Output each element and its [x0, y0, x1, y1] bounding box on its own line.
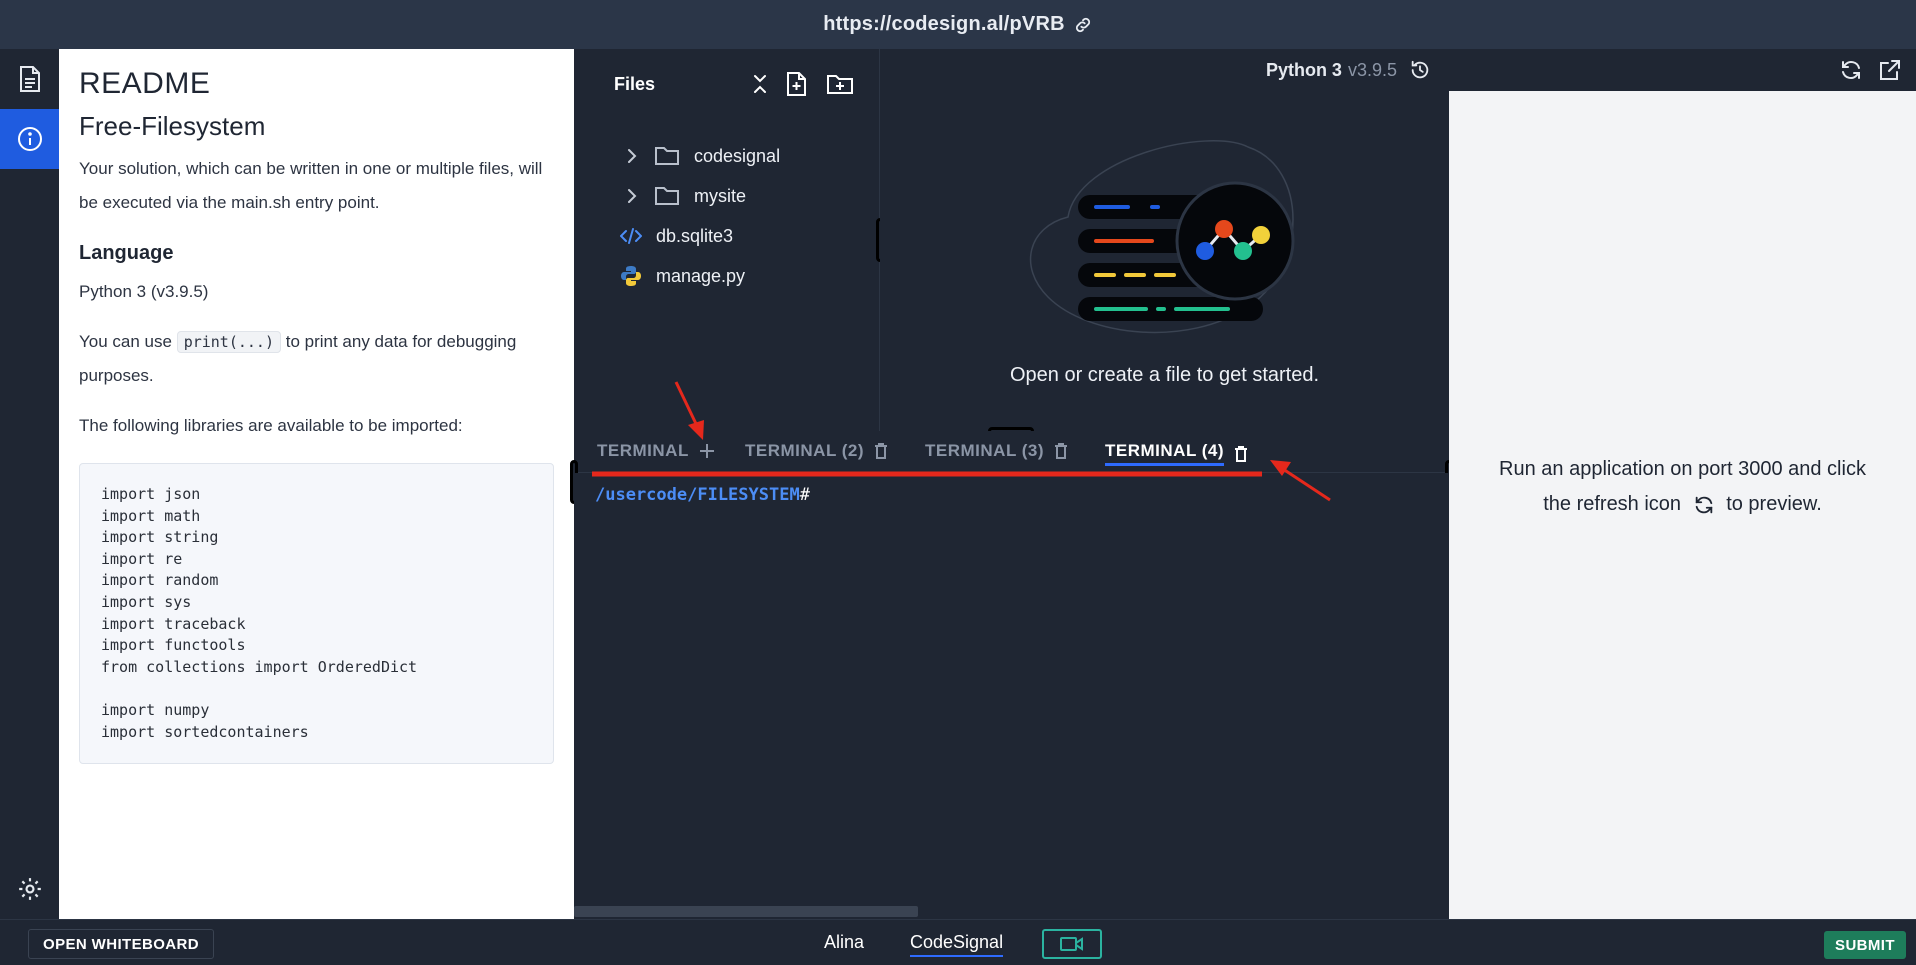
tab-terminal[interactable]: TERMINAL	[597, 441, 715, 461]
preview-message-end: to preview.	[1726, 493, 1822, 515]
tree-file-db-sqlite3[interactable]: db.sqlite3	[620, 219, 733, 253]
new-folder-icon[interactable]	[826, 73, 854, 95]
trash-icon[interactable]	[874, 442, 888, 460]
files-header: Files	[614, 71, 854, 97]
empty-state-illustration	[1029, 140, 1295, 334]
readme-title: README	[79, 67, 211, 100]
libraries-intro: The following libraries are available to…	[79, 416, 463, 435]
tree-item-label: manage.py	[656, 265, 746, 286]
language-heading: Language	[79, 242, 174, 264]
language-version: v3.9.5	[1347, 59, 1397, 80]
preview-message: Run an application on port 3000 and clic…	[1489, 452, 1876, 522]
tab-label: TERMINAL (3)	[925, 441, 1045, 460]
tree-folder-codesignal[interactable]: codesignal	[626, 139, 780, 173]
tree-file-manage-py[interactable]: manage.py	[620, 259, 745, 293]
language-name: Python 3	[1265, 59, 1342, 80]
url-bar: https://codesign.al/pVRB	[0, 0, 1916, 49]
files-panel: Files codesignal mysite db.sqlite3 manag…	[574, 49, 880, 431]
info-icon[interactable]	[0, 109, 59, 169]
tab-label: TERMINAL	[597, 441, 689, 460]
readme-panel: README Free-Filesystem Your solution, wh…	[59, 49, 574, 919]
chevron-right-icon[interactable]	[626, 147, 638, 165]
tab-terminal-3[interactable]: TERMINAL (3)	[925, 441, 1068, 461]
trash-icon[interactable]	[1054, 442, 1068, 460]
tab-label: TERMINAL (2)	[745, 441, 865, 460]
open-external-icon[interactable]	[1878, 58, 1902, 82]
refresh-icon[interactable]	[1839, 58, 1863, 82]
chevron-right-icon[interactable]	[626, 187, 638, 205]
refresh-inline-icon	[1693, 494, 1715, 516]
task-title: Free-Filesystem	[79, 111, 266, 141]
video-camera-button[interactable]	[1042, 929, 1102, 959]
terminal-prompt-symbol: #	[799, 485, 810, 505]
tab-terminal-4[interactable]: TERMINAL (4)	[1105, 441, 1248, 466]
tree-item-label: codesignal	[694, 145, 781, 166]
python-icon	[620, 265, 642, 287]
user-alina[interactable]: Alina	[824, 932, 864, 953]
print-code: print(...)	[176, 331, 281, 353]
files-heading: Files	[614, 73, 656, 94]
url-text[interactable]: https://codesign.al/pVRB	[823, 13, 1064, 36]
document-icon[interactable]	[0, 49, 59, 109]
gear-icon[interactable]	[0, 859, 59, 919]
folder-icon	[654, 186, 680, 206]
preview-panel: Run an application on port 3000 and clic…	[1449, 49, 1916, 919]
language-indicator: Python 3 v3.9.5	[1266, 49, 1449, 91]
terminal-output[interactable]: /usercode/FILESYSTEM#	[574, 473, 1449, 919]
link-icon[interactable]	[1073, 15, 1093, 35]
submit-button[interactable]: SUBMIT	[1824, 931, 1906, 959]
bottom-bar: OPEN WHITEBOARD Alina CodeSignal SUBMIT	[0, 919, 1916, 965]
libraries-code-block: import json import math import string im…	[79, 463, 554, 765]
user-codesignal[interactable]: CodeSignal	[910, 932, 1004, 957]
folder-icon	[654, 146, 680, 166]
print-text-before: You can use	[79, 332, 177, 351]
preview-toolbar	[1449, 49, 1916, 91]
code-file-icon	[620, 228, 642, 244]
plus-icon[interactable]	[699, 443, 715, 459]
video-camera-icon	[1059, 935, 1085, 953]
new-file-icon[interactable]	[786, 71, 808, 97]
tab-terminal-2[interactable]: TERMINAL (2)	[745, 441, 888, 461]
terminal-tabs: TERMINAL TERMINAL (2) TERMINAL (3) TERMI…	[574, 431, 1449, 473]
open-whiteboard-button[interactable]: OPEN WHITEBOARD	[28, 929, 214, 959]
editor-panel: Python 3 v3.9.5 Open or create a file to…	[880, 49, 1449, 431]
left-rail	[0, 49, 59, 919]
collapse-all-icon[interactable]	[752, 72, 768, 96]
empty-editor-message: Open or create a file to get started.	[1009, 364, 1320, 386]
tab-label: TERMINAL (4)	[1105, 441, 1225, 466]
terminal-prompt-path: /usercode/FILESYSTEM	[595, 485, 800, 505]
tree-folder-mysite[interactable]: mysite	[626, 179, 746, 213]
horizontal-scrollbar[interactable]	[574, 906, 918, 917]
task-intro: Your solution, which can be written in o…	[79, 159, 543, 212]
trash-icon[interactable]	[1234, 445, 1248, 463]
tree-item-label: db.sqlite3	[656, 225, 734, 246]
language-value: Python 3 (v3.9.5)	[79, 282, 209, 301]
tree-item-label: mysite	[694, 185, 747, 206]
print-paragraph: You can use print(...) to print any data…	[79, 325, 554, 393]
reset-icon[interactable]	[1409, 59, 1431, 81]
